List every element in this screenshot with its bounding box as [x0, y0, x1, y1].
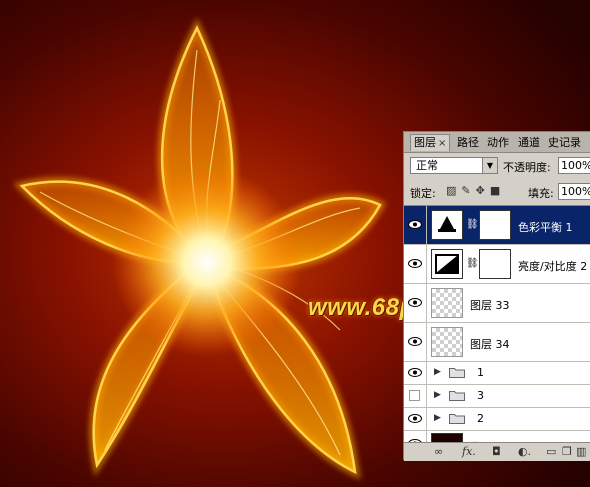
- layers-panel: 图层 × 路径 动作 通道 史记录 正常 ▼ 不透明度: 100% 锁定: ▨ ✎ ✥…: [403, 131, 590, 461]
- eye-icon[interactable]: [408, 298, 422, 307]
- visibility-cell[interactable]: [404, 385, 427, 407]
- layer-row-color-balance[interactable]: ⛓ 色彩平衡 1: [404, 206, 590, 245]
- chain-link-icon[interactable]: ⛓: [466, 219, 479, 230]
- scale-balance-icon: [438, 216, 456, 232]
- mask-thumbnail[interactable]: [479, 210, 511, 240]
- visibility-cell[interactable]: [404, 323, 427, 361]
- layer-name: 3: [477, 389, 484, 402]
- blend-mode-select[interactable]: 正常 ▼: [410, 157, 498, 174]
- layer-name: 色彩平衡 1: [518, 221, 573, 234]
- chain-link-icon[interactable]: ⛓: [466, 258, 479, 269]
- chevron-down-icon[interactable]: ▼: [482, 158, 497, 173]
- visibility-cell[interactable]: [404, 245, 427, 283]
- close-icon[interactable]: ×: [438, 138, 446, 149]
- layer-group-3[interactable]: ▶ 3: [404, 385, 590, 408]
- tab-channels[interactable]: 通道: [518, 135, 540, 151]
- layer-row-34[interactable]: 图层 34: [404, 323, 590, 362]
- tab-paths[interactable]: 路径: [457, 135, 479, 151]
- opacity-field[interactable]: 100%: [558, 157, 590, 174]
- link-icon[interactable]: ∞: [434, 445, 443, 458]
- tab-layers-label: 图层: [414, 136, 436, 149]
- tab-actions[interactable]: 动作: [487, 135, 509, 151]
- adjustment-icon[interactable]: ◐.: [518, 445, 531, 458]
- blend-mode-value: 正常: [416, 159, 438, 172]
- visibility-cell[interactable]: [404, 284, 427, 322]
- lock-label: 锁定:: [410, 187, 436, 200]
- layer-thumbnail: [431, 327, 463, 357]
- eye-icon[interactable]: [408, 337, 422, 346]
- eye-icon[interactable]: [408, 259, 422, 268]
- expand-arrow-icon[interactable]: ▶: [434, 367, 441, 377]
- opacity-label: 不透明度:: [503, 161, 551, 174]
- adjustment-thumbnail: [431, 249, 463, 279]
- layer-group-2[interactable]: ▶ 2: [404, 408, 590, 431]
- eye-icon[interactable]: [408, 220, 422, 229]
- mask-thumbnail[interactable]: [479, 249, 511, 279]
- visibility-cell[interactable]: [404, 362, 427, 384]
- layer-name: 1: [477, 366, 484, 379]
- new-layer-icon[interactable]: ❐: [562, 445, 572, 458]
- lock-transparency-icon[interactable]: ▨: [446, 184, 456, 197]
- layer-row-33[interactable]: 图层 33: [404, 284, 590, 323]
- folder-icon[interactable]: ▭: [546, 445, 556, 458]
- layer-name: 图层 33: [470, 299, 510, 312]
- lock-move-icon[interactable]: ✥: [476, 184, 485, 197]
- layer-group-1[interactable]: ▶ 1: [404, 362, 590, 385]
- lock-brush-icon[interactable]: ✎: [461, 184, 470, 197]
- layer-name: 图层 34: [470, 338, 510, 351]
- tab-history[interactable]: 史记录: [548, 135, 581, 151]
- expand-arrow-icon[interactable]: ▶: [434, 390, 441, 400]
- eye-icon[interactable]: [408, 414, 422, 423]
- lock-options: ▨ ✎ ✥ ■: [446, 184, 505, 198]
- adjustment-thumbnail: [431, 210, 463, 240]
- tab-layers[interactable]: 图层 ×: [410, 134, 451, 151]
- folder-icon: [449, 391, 465, 401]
- layer-row-brightness-contrast[interactable]: ⛓ 亮度/对比度 2: [404, 245, 590, 284]
- panel-tab-bar: 图层 × 路径 动作 通道 史记录: [404, 132, 590, 153]
- brightness-contrast-icon: [435, 254, 459, 274]
- layer-name: 亮度/对比度 2: [518, 260, 588, 273]
- fill-field[interactable]: 100%: [558, 183, 590, 200]
- visibility-off-box[interactable]: [409, 390, 420, 401]
- panel-bottom-toolbar: ∞ fx. ◘ ◐. ▭ ❐ ▥: [404, 442, 590, 461]
- visibility-cell[interactable]: [404, 408, 427, 430]
- expand-arrow-icon[interactable]: ▶: [434, 413, 441, 423]
- layer-name: 2: [477, 412, 484, 425]
- lock-all-icon[interactable]: ■: [490, 184, 500, 197]
- fx-icon[interactable]: fx.: [462, 445, 476, 458]
- fill-label: 填充:: [528, 187, 554, 200]
- layer-thumbnail: [431, 288, 463, 318]
- layers-list: ⛓ 色彩平衡 1 ⛓ 亮度/对比度 2 图层 33 图层 34 ▶ 1 ▶ 3 …: [404, 205, 590, 443]
- folder-icon: [449, 414, 465, 424]
- trash-icon[interactable]: ▥: [576, 445, 586, 458]
- folder-icon: [449, 368, 465, 378]
- mask-icon[interactable]: ◘: [492, 445, 501, 458]
- eye-icon[interactable]: [408, 368, 422, 377]
- visibility-cell[interactable]: [404, 206, 427, 244]
